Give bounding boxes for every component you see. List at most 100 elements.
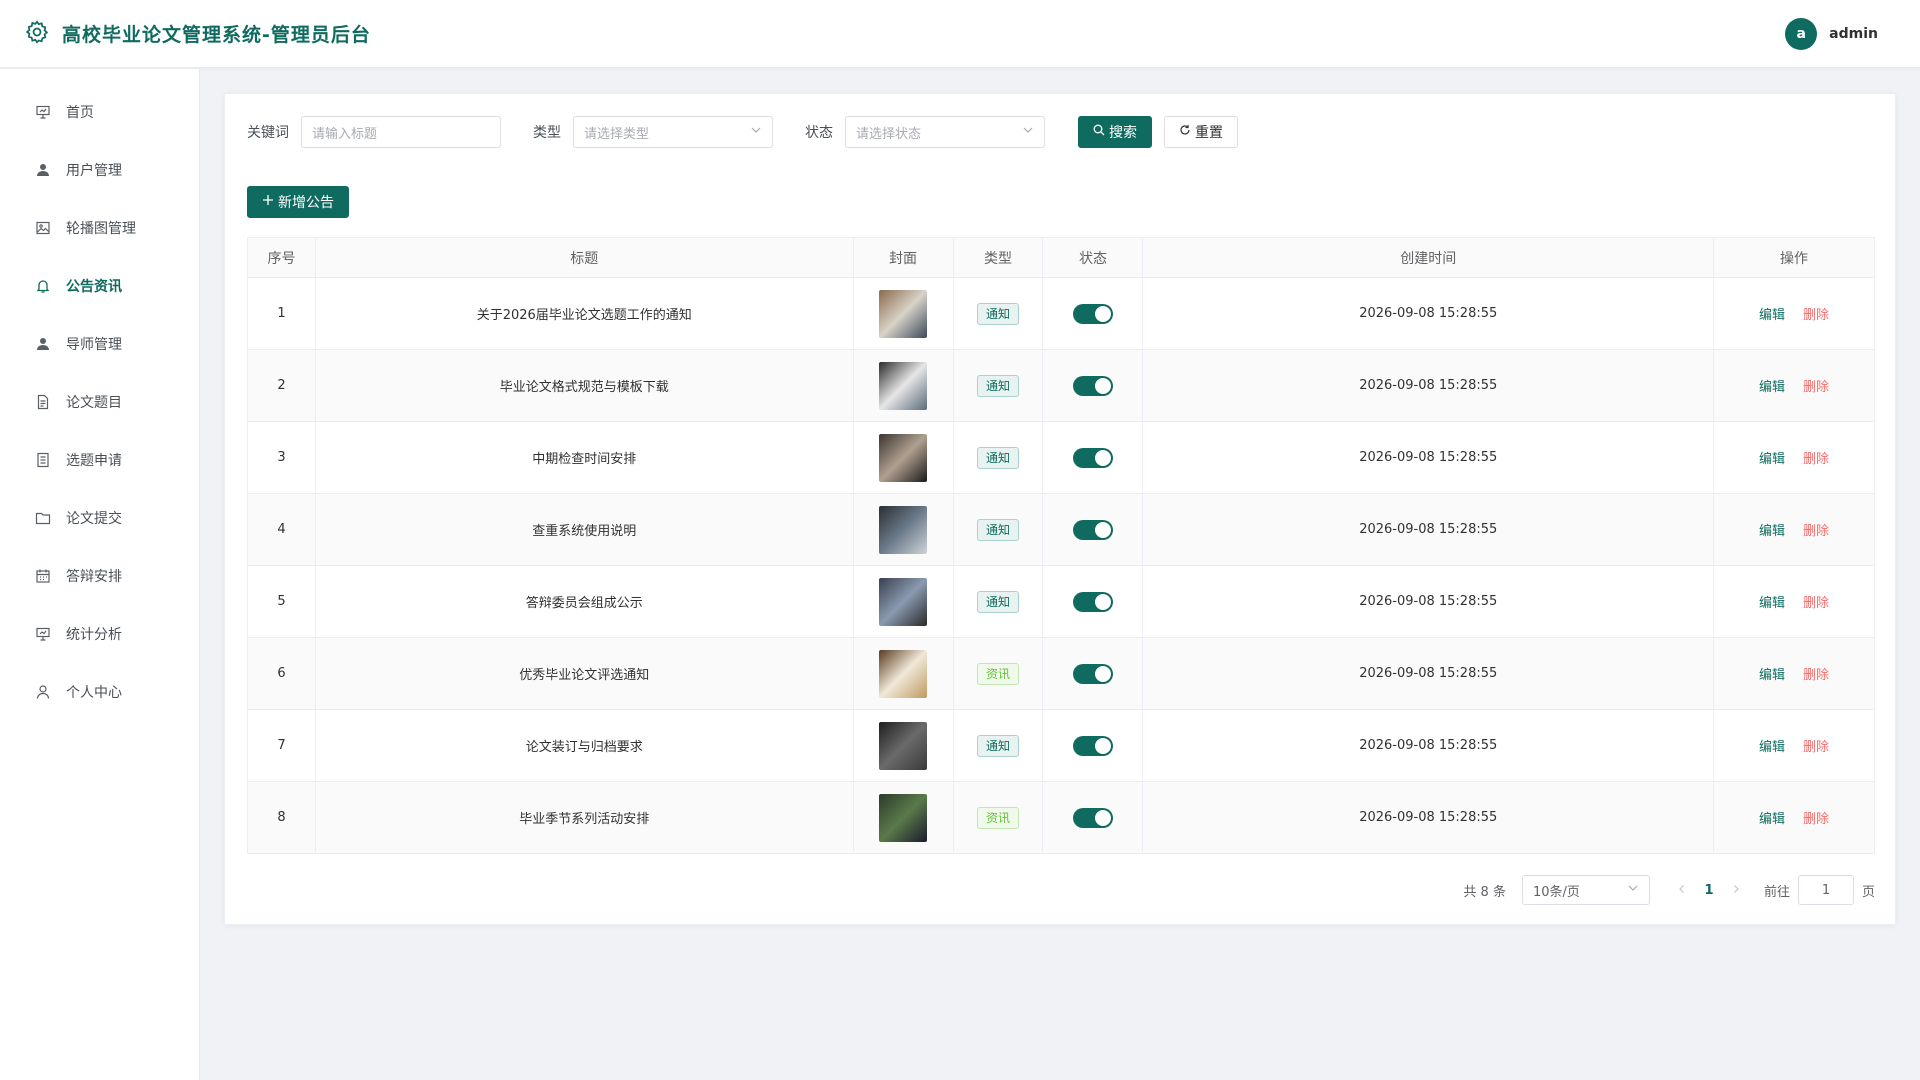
- status-toggle[interactable]: [1072, 735, 1113, 756]
- cover-thumbnail[interactable]: [879, 505, 928, 554]
- row-actions: 编辑 删除: [1713, 277, 1875, 350]
- cover-thumbnail[interactable]: [879, 577, 928, 626]
- cover-thumbnail[interactable]: [879, 433, 928, 482]
- row-type-cell: 资讯: [952, 637, 1044, 710]
- list-icon: [34, 451, 52, 469]
- col-header-type: 类型: [952, 237, 1044, 278]
- goto-page-value: 1: [1821, 882, 1831, 898]
- cover-thumbnail[interactable]: [879, 649, 928, 698]
- edit-button[interactable]: 编辑: [1759, 596, 1785, 611]
- status-toggle[interactable]: [1072, 591, 1113, 612]
- user-icon: [34, 161, 52, 179]
- row-created: 2026-09-08 15:28:55: [1142, 349, 1715, 422]
- type-tag: 通知: [977, 446, 1020, 469]
- status-toggle[interactable]: [1072, 519, 1113, 540]
- cover-thumbnail[interactable]: [879, 289, 928, 338]
- avatar[interactable]: a: [1785, 17, 1818, 50]
- plus-icon: [262, 194, 274, 210]
- gear-icon[interactable]: [24, 19, 50, 49]
- row-title: 优秀毕业论文评选通知: [314, 637, 854, 710]
- search-button[interactable]: 搜索: [1078, 116, 1152, 148]
- table-row: 2 毕业论文格式规范与模板下载 通知 2026-09-08 15:28:55 编辑 删除: [247, 349, 1875, 422]
- reset-button[interactable]: 重置: [1164, 116, 1238, 148]
- image-icon: [34, 219, 52, 237]
- status-toggle[interactable]: [1072, 807, 1113, 828]
- status-toggle[interactable]: [1072, 663, 1113, 684]
- user-menu[interactable]: a admin: [1785, 17, 1896, 50]
- row-cover-cell: [852, 493, 954, 566]
- row-type-cell: 通知: [952, 277, 1044, 350]
- type-select[interactable]: 请选择类型: [573, 116, 773, 148]
- status-toggle[interactable]: [1072, 447, 1113, 468]
- row-title: 中期检查时间安排: [314, 421, 854, 494]
- delete-button[interactable]: 删除: [1803, 740, 1829, 755]
- table-row: 5 答辩委员会组成公示 通知 2026-09-08 15:28:55 编辑 删除: [247, 565, 1875, 638]
- prev-page-button[interactable]: [1670, 883, 1694, 898]
- sidebar-item-9[interactable]: 统计分析: [0, 605, 199, 663]
- cover-thumbnail[interactable]: [879, 361, 928, 410]
- type-tag: 资讯: [977, 662, 1020, 685]
- table-row: 8 毕业季节系列活动安排 资讯 2026-09-08 15:28:55 编辑 删除: [247, 781, 1875, 854]
- page-number-current[interactable]: 1: [1694, 883, 1724, 898]
- sidebar-item-1[interactable]: 用户管理: [0, 141, 199, 199]
- type-label: 类型: [533, 125, 561, 141]
- row-created: 2026-09-08 15:28:55: [1142, 277, 1715, 350]
- cover-thumbnail[interactable]: [879, 793, 928, 842]
- delete-button[interactable]: 删除: [1803, 668, 1829, 683]
- username[interactable]: admin: [1829, 26, 1878, 42]
- col-header-actions: 操作: [1713, 237, 1875, 278]
- cover-thumbnail[interactable]: [879, 721, 928, 770]
- row-index: 3: [247, 421, 316, 494]
- status-select[interactable]: 请选择状态: [845, 116, 1045, 148]
- edit-button[interactable]: 编辑: [1759, 740, 1785, 755]
- edit-button[interactable]: 编辑: [1759, 524, 1785, 539]
- sidebar-item-3[interactable]: 公告资讯: [0, 257, 199, 315]
- delete-button[interactable]: 删除: [1803, 308, 1829, 323]
- sidebar-item-0[interactable]: 首页: [0, 83, 199, 141]
- search-icon: [1093, 124, 1105, 140]
- sidebar-item-10[interactable]: 个人中心: [0, 663, 199, 721]
- chevron-down-icon: [1022, 124, 1034, 140]
- sidebar-item-8[interactable]: 答辩安排: [0, 547, 199, 605]
- bell-icon: [34, 277, 52, 295]
- keyword-input[interactable]: 请输入标题: [301, 116, 501, 148]
- row-cover-cell: [852, 637, 954, 710]
- page-size-select[interactable]: 10条/页: [1521, 875, 1650, 905]
- row-status-cell: [1042, 637, 1144, 710]
- row-created: 2026-09-08 15:28:55: [1142, 709, 1715, 782]
- delete-button[interactable]: 删除: [1803, 596, 1829, 611]
- delete-button[interactable]: 删除: [1803, 524, 1829, 539]
- row-actions: 编辑 删除: [1713, 421, 1875, 494]
- filter-bar: 关键词 请输入标题 类型 请选择类型 状态 请选择状态 搜索 重置: [247, 116, 1238, 148]
- row-actions: 编辑 删除: [1713, 781, 1875, 854]
- edit-button[interactable]: 编辑: [1759, 380, 1785, 395]
- sidebar-item-2[interactable]: 轮播图管理: [0, 199, 199, 257]
- row-title: 毕业论文格式规范与模板下载: [314, 349, 854, 422]
- row-status-cell: [1042, 349, 1144, 422]
- edit-button[interactable]: 编辑: [1759, 452, 1785, 467]
- status-toggle[interactable]: [1072, 375, 1113, 396]
- sidebar-item-7[interactable]: 论文提交: [0, 489, 199, 547]
- col-header-title: 标题: [314, 237, 854, 278]
- goto-page-input[interactable]: 1: [1797, 875, 1854, 905]
- row-index: 4: [247, 493, 316, 566]
- status-toggle[interactable]: [1072, 303, 1113, 324]
- add-notice-button[interactable]: 新增公告: [247, 186, 349, 218]
- status-placeholder: 请选择状态: [856, 126, 922, 142]
- goto-label: 前往: [1763, 884, 1790, 900]
- sidebar-item-4[interactable]: 导师管理: [0, 315, 199, 373]
- edit-button[interactable]: 编辑: [1759, 812, 1785, 827]
- sidebar-item-5[interactable]: 论文题目: [0, 373, 199, 431]
- delete-button[interactable]: 删除: [1803, 380, 1829, 395]
- edit-button[interactable]: 编辑: [1759, 308, 1785, 323]
- delete-button[interactable]: 删除: [1803, 452, 1829, 467]
- row-created: 2026-09-08 15:28:55: [1142, 493, 1715, 566]
- person-icon: [34, 683, 52, 701]
- delete-button[interactable]: 删除: [1803, 812, 1829, 827]
- sidebar-item-6[interactable]: 选题申请: [0, 431, 199, 489]
- edit-button[interactable]: 编辑: [1759, 668, 1785, 683]
- col-header-index: 序号: [247, 237, 316, 278]
- table-row: 1 关于2026届毕业论文选题工作的通知 通知 2026-09-08 15:28:55…: [247, 277, 1875, 350]
- next-page-button[interactable]: [1724, 883, 1748, 898]
- row-actions: 编辑 删除: [1713, 709, 1875, 782]
